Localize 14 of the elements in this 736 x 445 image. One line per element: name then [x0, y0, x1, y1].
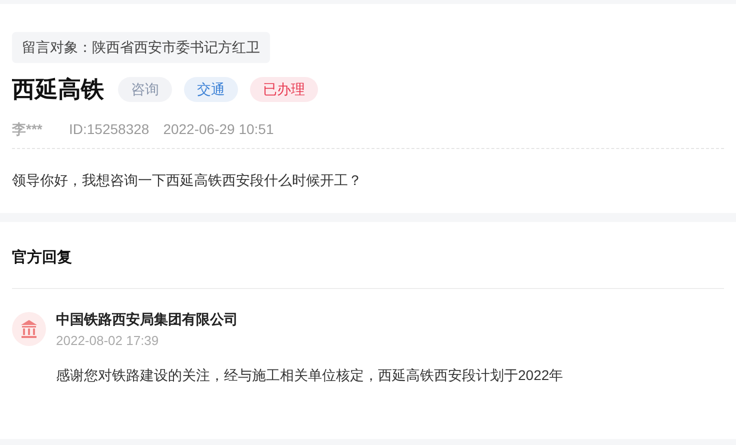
bank-icon [12, 312, 46, 346]
organization-name: 中国铁路西安局集团有限公司 [56, 310, 239, 328]
message-text: 领导你好，我想咨询一下西延高铁西安段什么时候开工？ [12, 170, 363, 190]
reply-text: 感谢您对铁路建设的关注，经与施工相关单位核定，西延高铁西安段计划于2022年 [56, 366, 564, 385]
category-tag: 交通 [184, 76, 238, 102]
section-heading: 官方回复 [12, 248, 72, 266]
category-tag: 咨询 [118, 76, 172, 102]
message-time: 2022-06-29 10:51 [163, 120, 274, 138]
reply-time: 2022-08-02 17:39 [56, 332, 160, 350]
category-tag: 已办理 [250, 76, 318, 102]
message-title: 西延高铁 [12, 75, 104, 104]
recipient-label: 留言对象：陕西省西安市委书记方红卫 [12, 32, 270, 63]
author-name: 李*** [12, 120, 44, 138]
message-id: ID:15258328 [69, 120, 150, 138]
